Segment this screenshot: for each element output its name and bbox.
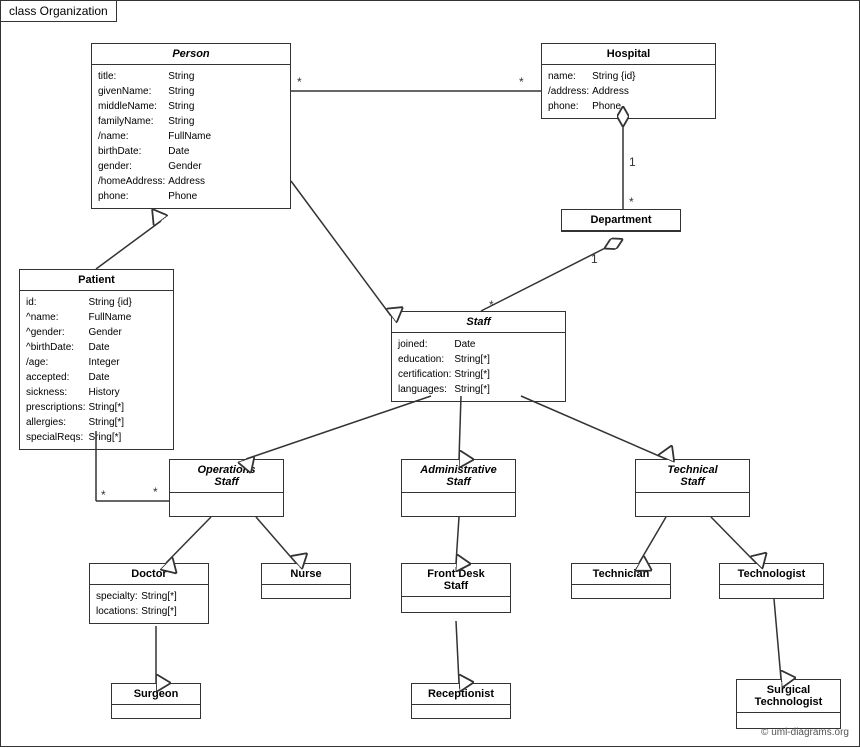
administrative-staff-box: AdministrativeStaff [401,459,516,517]
staff-attrs: joined:Date education:String[*] certific… [392,333,565,401]
person-title: Person [92,44,290,65]
svg-text:*: * [629,195,634,209]
svg-text:*: * [489,298,494,312]
technician-box: Technician [571,563,671,599]
department-title: Department [562,210,680,231]
patient-attrs: id:String {id} ^name:FullName ^gender:Ge… [20,291,173,449]
front-desk-staff-box: Front DeskStaff [401,563,511,613]
svg-text:1: 1 [591,252,598,266]
front-desk-staff-title: Front DeskStaff [402,564,510,597]
staff-title: Staff [392,312,565,333]
patient-box: Patient id:String {id} ^name:FullName ^g… [19,269,174,450]
nurse-box: Nurse [261,563,351,599]
operations-staff-box: OperationsStaff [169,459,284,517]
doctor-attrs: specialty:String[*] locations:String[*] [90,585,208,623]
svg-text:*: * [101,488,106,502]
surgeon-box: Surgeon [111,683,201,719]
hospital-attrs: name:String {id} /address:Address phone:… [542,65,715,118]
svg-text:1: 1 [629,155,636,169]
surgeon-title: Surgeon [112,684,200,705]
technologist-title: Technologist [720,564,823,585]
doctor-box: Doctor specialty:String[*] locations:Str… [89,563,209,624]
diagram-container: class Organization Person title:String g… [0,0,860,747]
technician-title: Technician [572,564,670,585]
surgical-technologist-box: SurgicalTechnologist [736,679,841,729]
technologist-box: Technologist [719,563,824,599]
svg-text:*: * [153,485,158,499]
nurse-title: Nurse [262,564,350,585]
receptionist-box: Receptionist [411,683,511,719]
surgical-technologist-title: SurgicalTechnologist [737,680,840,713]
hospital-title: Hospital [542,44,715,65]
technical-staff-box: TechnicalStaff [635,459,750,517]
department-box: Department [561,209,681,232]
person-attrs: title:String givenName:String middleName… [92,65,290,208]
operations-staff-title: OperationsStaff [170,460,283,493]
svg-text:*: * [519,75,524,89]
copyright: © uml-diagrams.org [761,727,849,738]
hospital-box: Hospital name:String {id} /address:Addre… [541,43,716,119]
administrative-staff-title: AdministrativeStaff [402,460,515,493]
doctor-title: Doctor [90,564,208,585]
staff-box: Staff joined:Date education:String[*] ce… [391,311,566,402]
patient-title: Patient [20,270,173,291]
svg-text:*: * [297,75,302,89]
person-box: Person title:String givenName:String mid… [91,43,291,209]
receptionist-title: Receptionist [412,684,510,705]
diagram-title: class Organization [1,1,117,22]
technical-staff-title: TechnicalStaff [636,460,749,493]
